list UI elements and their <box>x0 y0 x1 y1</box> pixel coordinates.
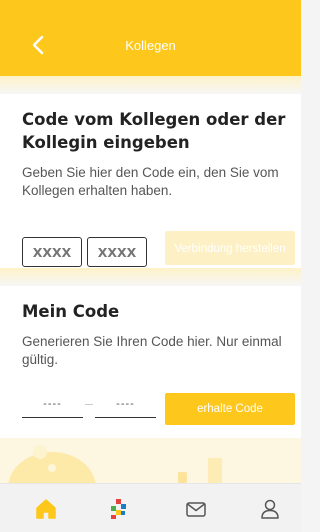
my-code-field-1: ---- <box>22 396 83 418</box>
profile-icon[interactable] <box>258 497 282 521</box>
connect-button[interactable]: Verbindung herstellen <box>165 231 295 265</box>
colleague-code-description: Geben Sie hier den Code ein, den Sie vom… <box>22 165 279 198</box>
grid-logo-icon[interactable] <box>107 497 131 521</box>
code-separator <box>85 404 93 405</box>
home-icon[interactable] <box>34 497 58 521</box>
mail-icon[interactable] <box>184 497 208 521</box>
colleague-code-title: Code vom Kollegen oder der Kollegin eing… <box>22 110 286 152</box>
page-title: Kollegen <box>125 38 176 53</box>
decorative-illustration <box>0 438 301 483</box>
app-header: Kollegen <box>0 0 301 76</box>
lightbulb-illustration-icon <box>8 445 222 483</box>
colleague-code-field-2[interactable] <box>87 237 147 267</box>
bottom-navigation <box>0 483 301 532</box>
section-divider <box>0 268 301 286</box>
colleague-code-field-1[interactable] <box>22 237 82 267</box>
my-code-description: Generieren Sie Ihren Code hier. Nur einm… <box>22 334 282 367</box>
my-code-field-2: ---- <box>95 396 156 418</box>
get-code-button[interactable]: erhalte Code <box>165 393 295 425</box>
header-shadow-band <box>0 76 301 94</box>
connect-button-label: Verbindung herstellen <box>174 243 286 255</box>
my-code-title: Mein Code <box>22 302 120 321</box>
colleague-code-section: Code vom Kollegen oder der Kollegin eing… <box>0 94 301 268</box>
